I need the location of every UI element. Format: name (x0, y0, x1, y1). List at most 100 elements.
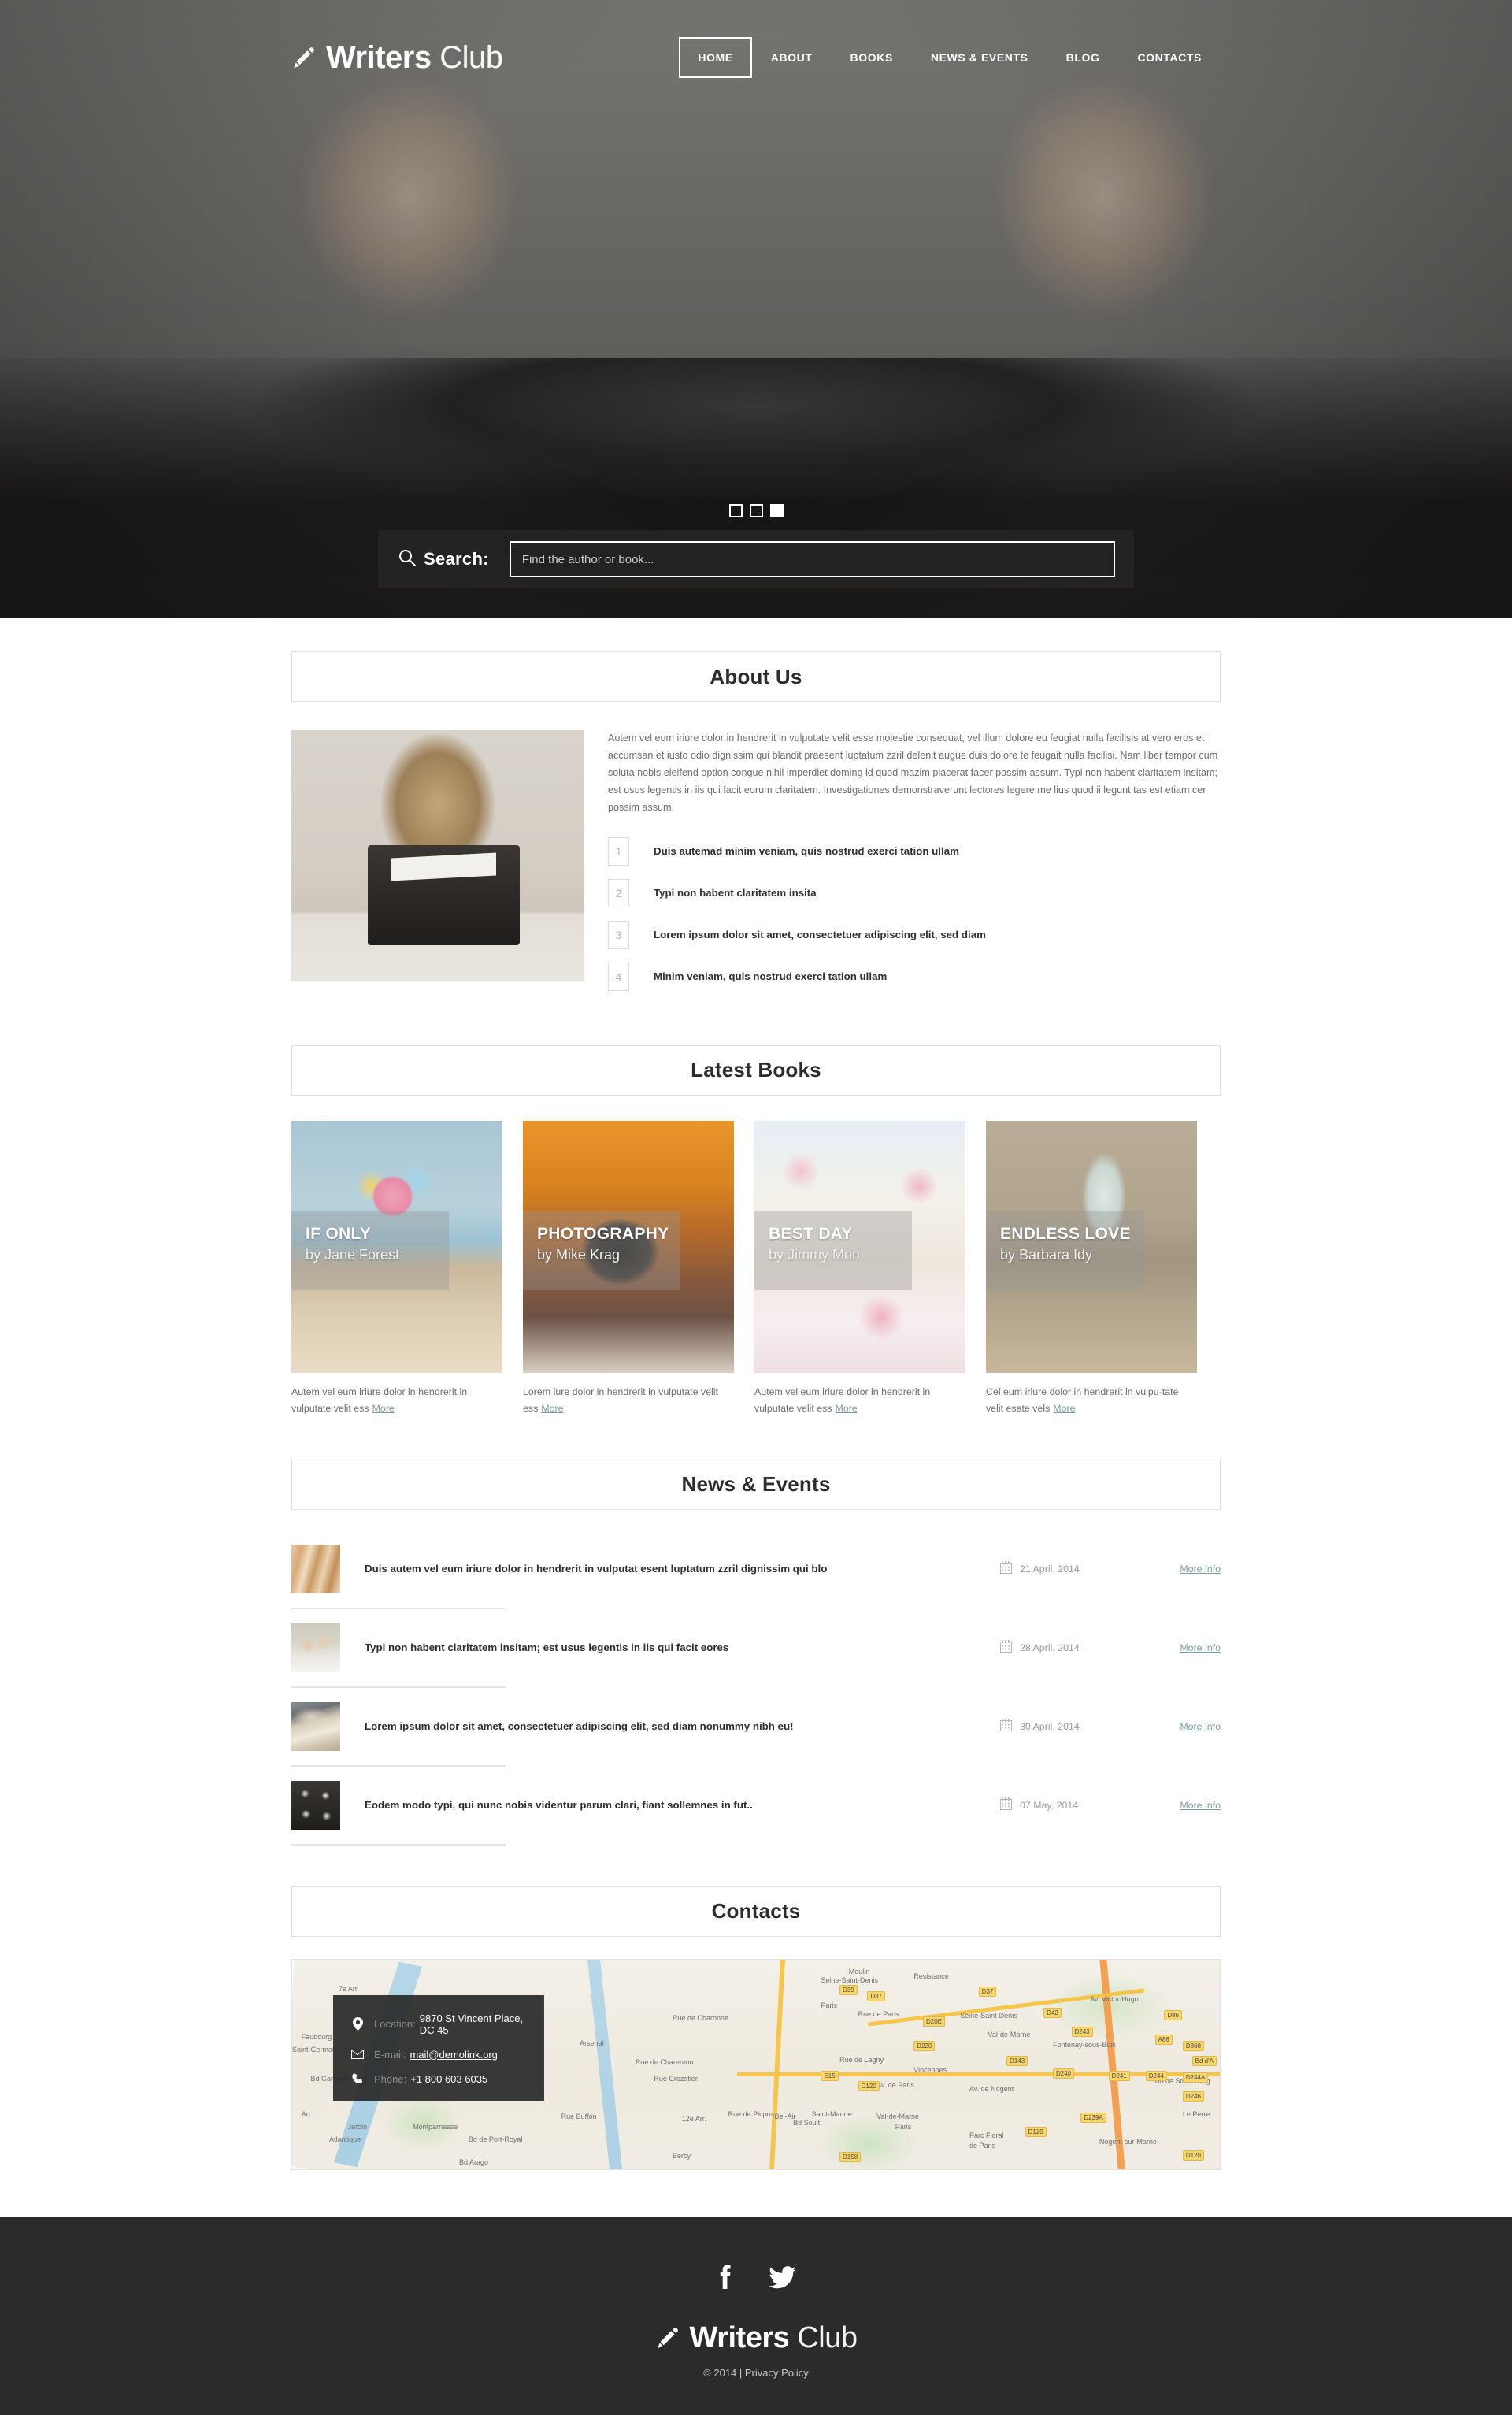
list-item[interactable]: 2 Typi non habent claritatem insita (608, 874, 1221, 912)
facebook-icon[interactable] (715, 2263, 737, 2291)
news-more-cell: More info (1150, 1562, 1221, 1576)
pen-icon (291, 45, 317, 70)
contact-location-label: Location: (374, 2018, 416, 2031)
book-cover-image[interactable]: PHOTOGRAPHY by Mike Krag (523, 1120, 734, 1373)
map-label: Rue Buffon (561, 2112, 597, 2120)
book-more-link[interactable]: More (1053, 1403, 1075, 1414)
copyright: © 2014 | Privacy Policy (0, 2367, 1512, 2379)
footer-logo[interactable]: Writers Club (655, 2323, 858, 2353)
map-label: Av. de Paris (876, 2080, 914, 2089)
news-date-block: 07 May, 2014 (1000, 1797, 1150, 1812)
map-route-shield: D243 (1071, 2026, 1093, 2037)
slider-pagination (0, 504, 1512, 518)
nav-item-books[interactable]: BOOKS (832, 37, 912, 78)
book-cover-image[interactable]: BEST DAY by Jimmy Mon (754, 1120, 965, 1373)
about-content-row: Autem vel eum iriure dolor in hendrerit … (291, 730, 1221, 1000)
search-label: Search: (424, 549, 489, 569)
nav-item-contacts[interactable]: CONTACTS (1118, 37, 1221, 78)
about-section: About Us Autem vel eum iriure dolor in h… (291, 618, 1221, 1000)
book-author: by Barbara Idy (1000, 1247, 1093, 1263)
hero-section: Writers Club HOME ABOUT BOOKS NEWS & EVE… (0, 0, 1512, 618)
news-more-cell: More info (1150, 1641, 1221, 1655)
map-label: Fontenay-sous-Bois (1052, 2041, 1116, 2050)
map-label: Moulin (848, 1968, 870, 1976)
contact-email-link[interactable]: mail@demolink.org (410, 2049, 497, 2061)
book-description-text: Cel eum iriure dolor in hendrerit in vul… (986, 1386, 1179, 1414)
book-title: ENDLESS LOVE (1000, 1224, 1131, 1243)
map-label: 7e Arr. (338, 1984, 359, 1993)
news-date: 21 April, 2014 (1020, 1563, 1080, 1575)
contact-location-value: 9870 St Vincent Place, DC 45 (419, 2012, 524, 2036)
map-label: Saint-Germain (292, 2045, 339, 2053)
list-item[interactable]: 4 Minim veniam, quis nostrud exerci tati… (608, 958, 1221, 996)
search-icon (397, 547, 424, 572)
map-label: Bd Arago (459, 2158, 489, 2167)
map-route-shield: D37 (867, 1990, 886, 2001)
news-row[interactable]: Duis autem vel eum iriure dolor in hendr… (291, 1530, 1221, 1608)
news-thumbnail[interactable] (291, 1544, 340, 1593)
hero-search-area: Search: (0, 530, 1512, 588)
map-label: Le Perre (1182, 2110, 1210, 2119)
book-card[interactable]: PHOTOGRAPHY by Mike Krag Lorem iure dolo… (523, 1120, 734, 1417)
map-route-shield: D39 (839, 1984, 858, 1995)
book-card[interactable]: BEST DAY by Jimmy Mon Autem vel eum iriu… (754, 1120, 965, 1417)
book-more-link[interactable]: More (372, 1403, 395, 1414)
book-card[interactable]: IF ONLY by Jane Forest Autem vel eum iri… (291, 1120, 502, 1417)
logo-text-light: Club (439, 39, 503, 75)
news-row[interactable]: Lorem ipsum dolor sit amet, consectetuer… (291, 1688, 1221, 1765)
book-cover-image[interactable]: ENDLESS LOVE by Barbara Idy (986, 1120, 1197, 1373)
map-route-shield: Bd d'A (1191, 2056, 1217, 2067)
search-input[interactable] (509, 541, 1115, 577)
contacts-section-title: Contacts (291, 1886, 1221, 1937)
news-more-link[interactable]: More info (1180, 1642, 1221, 1653)
map-route-shield: D120 (1182, 2150, 1204, 2161)
news-thumbnail[interactable] (291, 1623, 340, 1672)
news-date: 30 April, 2014 (1020, 1720, 1080, 1732)
map-label: Paris (895, 2123, 912, 2131)
contact-email-value: mail@demolink.org (410, 2049, 497, 2061)
list-item-number: 2 (608, 878, 629, 907)
map-route-shield: D143 (1006, 2056, 1028, 2067)
news-more-link[interactable]: More info (1180, 1800, 1221, 1811)
slider-dot-2[interactable] (749, 504, 763, 518)
map-route-shield: D220 (914, 2041, 936, 2052)
book-card[interactable]: ENDLESS LOVE by Barbara Idy Cel eum iriu… (986, 1120, 1197, 1417)
map-label: Rue de Charonne (672, 2013, 729, 2022)
books-section: Latest Books IF ONLY by Jane Forest Aute… (291, 1000, 1221, 1417)
news-more-link[interactable]: More info (1180, 1564, 1221, 1575)
privacy-policy-link[interactable]: Privacy Policy (745, 2367, 809, 2379)
news-list: Duis autem vel eum iriure dolor in hendr… (291, 1530, 1221, 1846)
news-thumbnail[interactable] (291, 1701, 340, 1751)
news-date-block: 30 April, 2014 (1000, 1719, 1150, 1734)
nav-item-blog[interactable]: BLOG (1047, 37, 1119, 78)
list-item[interactable]: 3 Lorem ipsum dolor sit amet, consectetu… (608, 916, 1221, 954)
book-cover-image[interactable]: IF ONLY by Jane Forest (291, 1120, 502, 1373)
list-item-label: Minim veniam, quis nostrud exerci tation… (654, 970, 888, 983)
list-item-number: 3 (608, 920, 629, 949)
news-section: News & Events Duis autem vel eum iriure … (291, 1417, 1221, 1846)
list-item-number: 4 (608, 962, 629, 991)
nav-item-news-events[interactable]: NEWS & EVENTS (912, 37, 1047, 78)
list-item-number: 1 (608, 837, 629, 866)
contacts-section: Contacts 7e Arr. Faubourg Saint-Germain Bd … (291, 1846, 1221, 2170)
twitter-icon[interactable] (769, 2263, 797, 2291)
book-more-link[interactable]: More (836, 1403, 858, 1414)
news-row[interactable]: Typi non habent claritatem insitam; est … (291, 1609, 1221, 1686)
book-author: by Jimmy Mon (769, 1247, 861, 1263)
slider-dot-1[interactable] (728, 504, 743, 518)
list-item[interactable]: 1 Duis autemad minim veniam, quis nostru… (608, 833, 1221, 870)
map-label: Rue Crozatier (654, 2074, 698, 2083)
contact-email-label: E-mail: (374, 2048, 406, 2061)
news-thumbnail[interactable] (291, 1780, 340, 1830)
nav-item-about[interactable]: ABOUT (752, 37, 832, 78)
news-more-link[interactable]: More info (1180, 1721, 1221, 1732)
nav-item-home[interactable]: HOME (679, 36, 752, 78)
book-more-link[interactable]: More (541, 1403, 563, 1414)
about-paragraph: Autem vel eum iriure dolor in hendrerit … (608, 733, 1218, 813)
contact-phone-value: +1 800 603 6035 (410, 2072, 488, 2085)
book-description: Autem vel eum iriure dolor in hendrerit … (754, 1384, 965, 1417)
contacts-map[interactable]: 7e Arr. Faubourg Saint-Germain Bd Garibaldi… (291, 1958, 1221, 2170)
slider-dot-3[interactable] (769, 504, 784, 518)
site-logo[interactable]: Writers Club (291, 39, 503, 75)
news-row[interactable]: Eodem modo typi, qui nunc nobis videntur… (291, 1767, 1221, 1844)
